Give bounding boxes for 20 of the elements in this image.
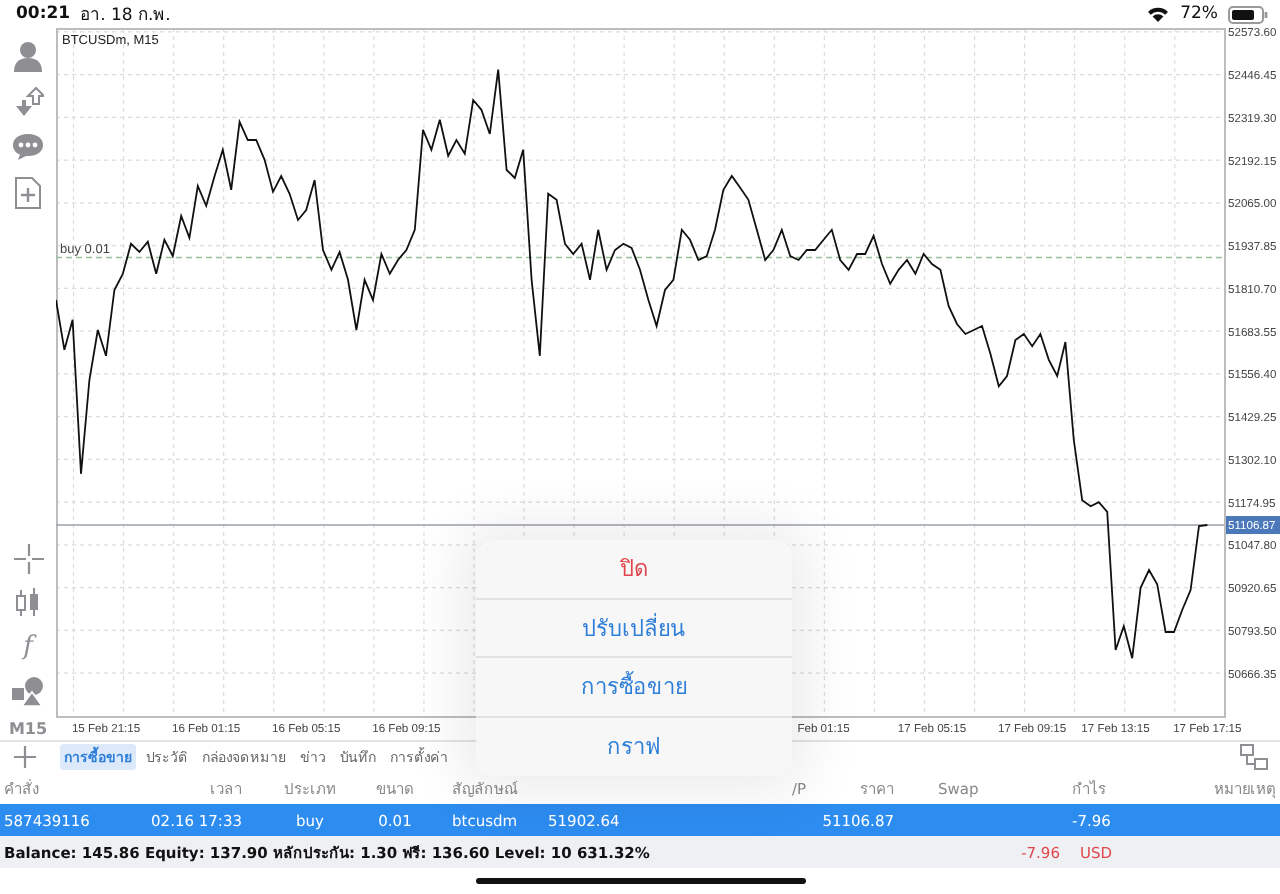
transfer-arrows-icon[interactable] <box>12 86 44 118</box>
crosshair-icon[interactable] <box>13 544 43 574</box>
menu-item[interactable]: ปิด <box>476 540 792 599</box>
battery-percent: 72% <box>1180 4 1218 24</box>
add-icon[interactable] <box>14 746 36 768</box>
indicators-button[interactable]: f <box>23 632 33 662</box>
wifi-icon <box>1148 6 1169 22</box>
menu-item[interactable]: กราฟ <box>476 717 792 776</box>
account-icon[interactable] <box>12 40 44 72</box>
status-time: 00:21 <box>16 4 71 24</box>
menu-item[interactable]: ปรับเปลี่ยน <box>476 599 792 658</box>
layout-icon[interactable] <box>1240 744 1268 770</box>
chat-icon[interactable] <box>12 132 44 162</box>
candlestick-icon[interactable] <box>14 588 42 618</box>
timeframe-button[interactable]: M15 <box>8 720 48 740</box>
battery-icon <box>1228 5 1268 23</box>
new-document-icon[interactable] <box>14 176 42 210</box>
status-date: อา. 18 ก.พ. <box>80 4 171 28</box>
objects-icon[interactable] <box>11 676 45 706</box>
menu-item[interactable]: การซื้อขาย <box>476 658 792 717</box>
